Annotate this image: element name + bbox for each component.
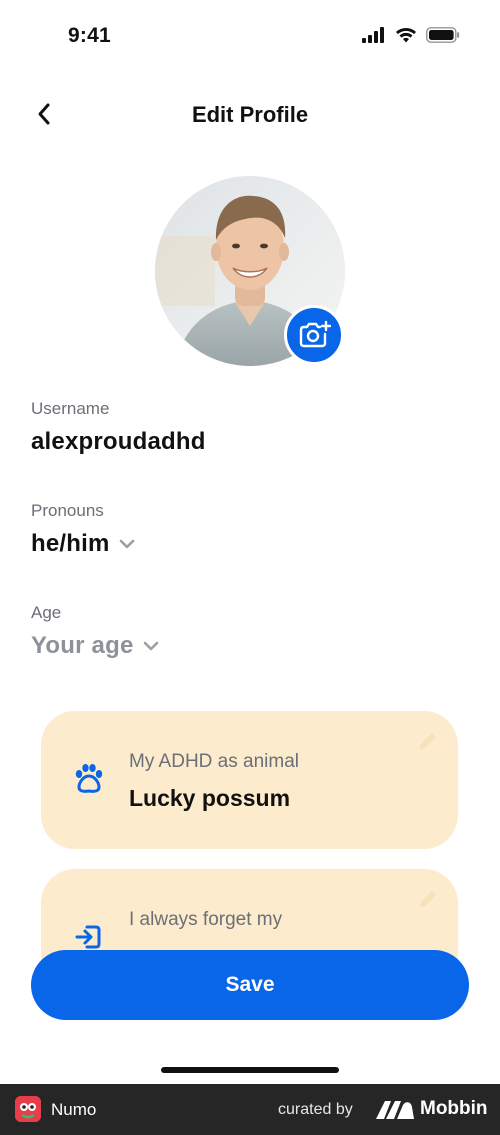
- username-value: alexproudadhd: [31, 428, 206, 456]
- footer-brand-name: Mobbin: [420, 1098, 488, 1119]
- username-label: Username: [31, 399, 110, 418]
- avatar-section: [155, 176, 345, 366]
- status-time: 9:41: [68, 24, 111, 47]
- pronouns-label: Pronouns: [31, 501, 104, 520]
- signal-icon: [362, 27, 384, 43]
- wifi-icon: [396, 28, 416, 43]
- pencil-icon[interactable]: [416, 729, 440, 753]
- mobbin-logo-icon: [376, 1101, 414, 1119]
- save-button[interactable]: Save: [31, 950, 469, 1020]
- change-photo-button[interactable]: [284, 305, 344, 365]
- battery-icon: [426, 27, 460, 43]
- chevron-down-icon: [143, 641, 158, 651]
- footer-bar: Numo curated by Mobbin: [0, 1084, 500, 1135]
- card-value: Lucky possum: [129, 785, 291, 811]
- card-label: My ADHD as animal: [129, 751, 299, 772]
- card-label: I always forget my: [129, 909, 283, 930]
- pronouns-field[interactable]: Pronouns he/him: [31, 501, 136, 558]
- age-label: Age: [31, 603, 62, 622]
- username-text: alexproudadhd: [31, 428, 206, 455]
- pronouns-select[interactable]: he/him: [31, 530, 136, 558]
- home-indicator: [161, 1067, 339, 1073]
- adhd-animal-card[interactable]: My ADHD as animal Lucky possum: [41, 711, 458, 849]
- status-icons: [362, 27, 460, 43]
- footer-curated-by: curated by: [278, 1101, 353, 1118]
- age-field[interactable]: Age Your age: [31, 603, 160, 660]
- status-bar: 9:41: [0, 0, 500, 76]
- nav-header: Edit Profile: [0, 90, 500, 138]
- page-title: Edit Profile: [191, 102, 309, 127]
- footer-brand: Mobbin: [376, 1098, 488, 1120]
- age-placeholder: Your age: [31, 632, 134, 659]
- pronouns-value: he/him: [31, 530, 110, 557]
- footer-app-name: Numo: [51, 1100, 97, 1119]
- paw-icon: [75, 764, 103, 793]
- username-field[interactable]: Username alexproudadhd: [31, 399, 206, 456]
- chevron-down-icon: [119, 539, 134, 549]
- camera-plus-icon: [299, 320, 331, 348]
- pencil-icon[interactable]: [416, 887, 440, 911]
- app-logo-icon: [15, 1096, 41, 1122]
- age-select[interactable]: Your age: [31, 632, 160, 660]
